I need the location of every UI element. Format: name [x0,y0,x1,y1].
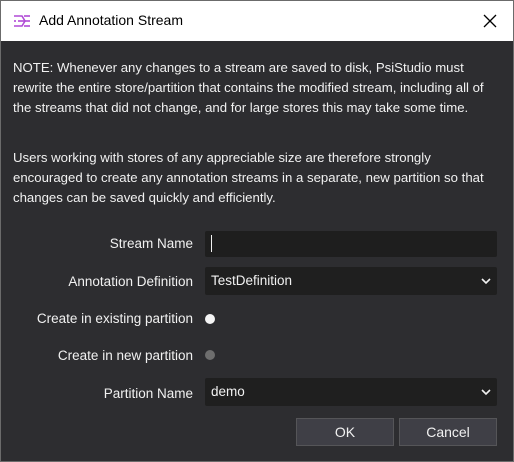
add-annotation-stream-dialog: Add Annotation Stream NOTE: Whenever any… [0,0,514,462]
dialog-body: NOTE: Whenever any changes to a stream a… [1,42,513,461]
dialog-title: Add Annotation Stream [39,12,183,28]
advice-note: Users working with stores of any appreci… [13,150,484,205]
stream-name-input[interactable] [205,231,497,257]
annotation-definition-label: Annotation Definition [68,274,193,289]
stream-name-label: Stream Name [109,236,193,251]
create-in-existing-label: Create in existing partition [36,311,193,326]
close-icon [483,14,497,28]
cancel-button[interactable]: Cancel [399,418,497,446]
chevron-down-icon [475,267,497,295]
partition-name-label: Partition Name [103,386,193,401]
create-in-new-label: Create in new partition [57,348,193,363]
create-in-existing-radio[interactable] [205,314,215,324]
psistudio-stream-icon [14,15,30,27]
create-in-new-radio[interactable] [205,350,215,360]
text-caret [211,235,212,252]
annotation-definition-value: TestDefinition [211,273,293,288]
warning-note: NOTE: Whenever any changes to a stream a… [13,60,484,115]
partition-name-value: demo [211,384,245,399]
chevron-down-icon [475,378,497,406]
title-bar: Add Annotation Stream [1,1,513,41]
ok-button[interactable]: OK [296,418,394,446]
annotation-definition-select[interactable]: TestDefinition [205,267,497,295]
partition-name-select[interactable]: demo [205,378,497,406]
close-button[interactable] [475,5,505,37]
